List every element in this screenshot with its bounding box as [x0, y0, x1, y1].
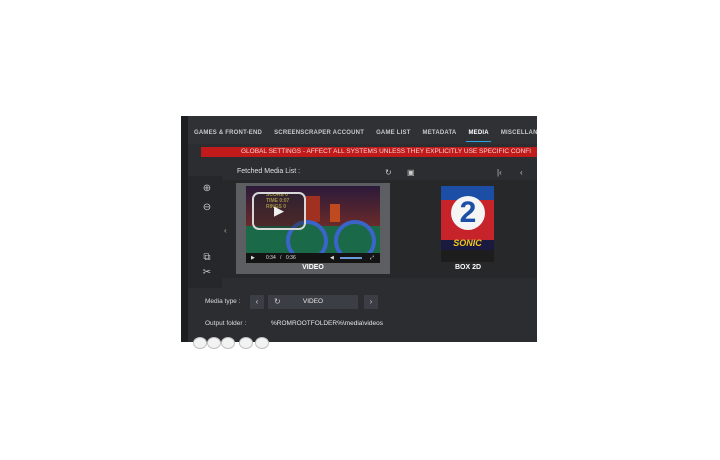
tab-miscellaneous[interactable]: MISCELLAN: [495, 130, 537, 144]
media-type-next-button[interactable]: ›: [364, 295, 378, 309]
media-type-value: VIDEO: [302, 298, 324, 305]
volume-icon[interactable]: ◀: [330, 254, 334, 262]
tab-screenscraper-account[interactable]: SCREENSCRAPER ACCOUNT: [268, 130, 370, 144]
tab-metadata[interactable]: METADATA: [417, 130, 463, 144]
fetched-media-list-title: Fetched Media List :: [237, 168, 301, 175]
bottom-icon[interactable]: [207, 337, 221, 349]
cycle-icon: ↻: [274, 297, 281, 306]
global-settings-banner: GLOBAL SETTINGS - AFFECT ALL SYSTEMS UNL…: [201, 147, 537, 157]
window-left-edge: [181, 116, 188, 342]
output-folder-value[interactable]: %ROMROOTFOLDER%\media\videos: [271, 320, 383, 327]
box-title-logo: SONIC: [453, 238, 482, 248]
gallery-scroll-left-icon[interactable]: ‹: [224, 226, 227, 235]
video-scenery-block: [330, 204, 340, 222]
total-time: 0:36: [286, 255, 296, 261]
output-folder-label: Output folder :: [205, 320, 247, 327]
zoom-out-icon[interactable]: ⊖: [201, 202, 213, 214]
bottom-icon[interactable]: [255, 337, 269, 349]
scissors-icon[interactable]: ✂: [201, 267, 213, 279]
bottom-icon[interactable]: [193, 337, 207, 349]
box-footer-band: [441, 250, 494, 262]
tab-game-list[interactable]: GAME LIST: [370, 130, 416, 144]
video-preview: SCORE 0 TIME 0:07 RINGS 0 ▶: [246, 186, 380, 253]
volume-slider[interactable]: [340, 257, 362, 259]
box-2d-card-label: BOX 2D: [454, 264, 482, 271]
fullscreen-icon[interactable]: ⤢: [370, 254, 374, 262]
tab-games-front-end[interactable]: GAMES & FRONT-END: [188, 130, 268, 144]
media-type-label: Media type :: [205, 298, 241, 305]
refresh-icon[interactable]: ↻: [385, 168, 392, 177]
current-time: 0:34: [266, 255, 276, 261]
tab-media[interactable]: MEDIA: [462, 130, 494, 144]
box-number: 2: [451, 196, 485, 230]
time-separator: /: [280, 255, 282, 261]
bottom-icon-strip: [193, 337, 283, 349]
bottom-icon[interactable]: [239, 337, 253, 349]
previous-page-icon[interactable]: ‹: [520, 168, 523, 177]
copy-icon[interactable]: ⧉: [201, 252, 213, 264]
video-controls: ▶ 0:34 / 0:36 ◀ ⤢: [246, 253, 380, 263]
camera-icon[interactable]: ▣: [407, 168, 415, 177]
video-scenery-block: [306, 196, 320, 222]
zoom-in-icon[interactable]: ⊕: [201, 183, 213, 195]
video-card-label: VIDEO: [302, 264, 324, 271]
play-icon[interactable]: ▶: [251, 254, 255, 262]
video-media-card[interactable]: SCORE 0 TIME 0:07 RINGS 0 ▶ ▶ 0:34 / 0:3…: [236, 183, 390, 274]
box-2d-image[interactable]: 2 SONIC: [441, 186, 494, 262]
tab-bar: GAMES & FRONT-END SCREENSCRAPER ACCOUNT …: [188, 116, 537, 144]
first-page-icon[interactable]: |‹: [497, 168, 502, 177]
media-type-previous-button[interactable]: ‹: [250, 295, 264, 309]
bottom-icon[interactable]: [221, 337, 235, 349]
media-type-select[interactable]: ↻ VIDEO: [268, 295, 358, 309]
play-button[interactable]: ▶: [252, 192, 306, 230]
